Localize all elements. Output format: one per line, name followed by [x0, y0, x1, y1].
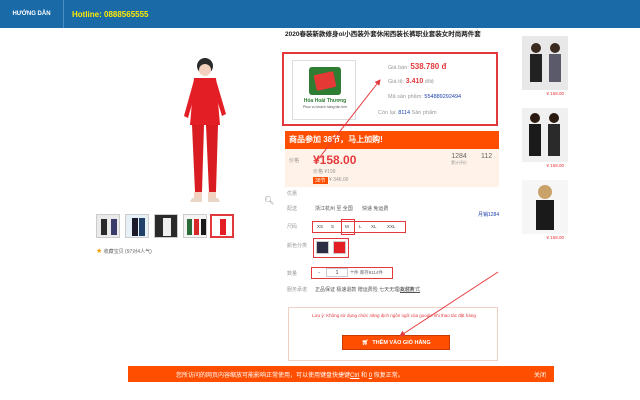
zoom-notice-text: 您所访问的网页内容缩放可能影响正常使用，可以使用键盘快捷键Ctrl 和 0 恢复… — [176, 370, 404, 379]
stock-unit: Sản phẩm — [411, 110, 437, 116]
price-panel: 价格 ¥158.00 价格 ¥199 38节 ¥ 346.00 1284 累计评价… — [285, 149, 499, 187]
color-swatch-black[interactable] — [316, 241, 329, 254]
zoom-notice-bar: 您所访问的网页内容缩放可能影响正常使用，可以使用键盘快捷键Ctrl 和 0 恢复… — [128, 366, 554, 382]
sales-count-label: 累计评价 — [451, 160, 467, 165]
review-count: 112 — [481, 153, 493, 160]
quantity-decrease-button[interactable]: - — [315, 269, 323, 277]
size-option-xxl[interactable]: XXL — [387, 224, 396, 229]
vn-price-box: Hóa Hoài Thương Phục vụ khách hàng tận t… — [282, 52, 498, 126]
recommended-product-1[interactable]: ¥ 158.00 — [522, 36, 568, 98]
color-selector — [313, 238, 349, 258]
product-code-value: 554889292494 — [424, 94, 462, 100]
shipping-label: 配送 — [287, 206, 298, 212]
quantity-input[interactable]: 1 — [326, 268, 348, 277]
shop-logo-icon — [309, 67, 341, 95]
size-option-l[interactable]: L — [359, 224, 362, 229]
favorite-rating[interactable]: ★ 收藏宝贝 (97对4人气) — [96, 247, 152, 255]
rating-text: 收藏宝贝 (97对4人气) — [103, 249, 152, 255]
shop-logo-name: Hóa Hoài Thương — [303, 98, 347, 104]
cny-rate-unit: đ/tệ — [424, 79, 434, 85]
monthly-sales-link[interactable]: 月销1284 — [478, 211, 499, 218]
payment-method-link[interactable]: 支付方式 — [400, 286, 420, 293]
shipping-fee: 快递 免运费 — [362, 206, 389, 212]
sales-count-value: 1284 — [451, 153, 467, 160]
notice-key-zero: 0 — [368, 373, 373, 379]
thumbnail-1[interactable] — [96, 214, 120, 238]
product-code-label: Mã sản phẩm: — [388, 94, 423, 100]
quantity-stepper: - 1 + 件 库存8114件 — [311, 267, 393, 279]
guide-link[interactable]: HƯỚNG DẪN — [0, 0, 64, 28]
shop-logo-tagline: Phục vụ khách hàng tận tình — [302, 105, 348, 109]
price-value: ¥158.00 — [313, 153, 357, 167]
recommended-price-2: ¥ 158.00 — [522, 162, 568, 170]
stock-value: 8114 — [398, 110, 411, 116]
add-to-cart-button[interactable]: 🛒︎ THÊM VÀO GIỎ HÀNG — [342, 335, 450, 350]
notice-text-after: 恢复正常。 — [373, 373, 404, 379]
zoom-icon[interactable]: 🔍︎ — [264, 196, 274, 205]
stock-row: Còn lại: 8114 Sản phẩm — [378, 110, 437, 116]
service-label: 服务承诺 — [287, 287, 308, 293]
product-code-row: Mã sản phẩm: 554889292494 — [388, 94, 461, 100]
thumbnail-3[interactable] — [154, 214, 178, 238]
notice-key-ctrl: Ctrl — [350, 373, 360, 379]
sale-price-row: Giá bán: 538.780 đ — [388, 62, 446, 71]
size-label: 尺码 — [287, 224, 298, 230]
sale-price-value: 538.780 đ — [410, 62, 447, 71]
quantity-stock-text: 件 库存8114件 — [354, 270, 383, 275]
recommended-price-3: ¥ 158.00 — [522, 234, 568, 242]
promo-banner: 商品参加 38节，马上加购! — [285, 131, 499, 149]
star-icon: ★ — [96, 248, 103, 255]
top-nav-bar: HƯỚNG DẪN Hotline: 0888565555 — [0, 0, 640, 28]
cny-rate-value: 3.410 — [405, 78, 424, 85]
recommended-product-3[interactable]: ¥ 158.00 — [522, 180, 568, 242]
event-badge: 38节 — [313, 177, 328, 184]
sales-count: 1284 累计评价 — [451, 153, 467, 166]
thumbnail-2[interactable] — [125, 214, 149, 238]
cny-rate-label: Giá tệ: — [388, 79, 405, 85]
main-product-image — [184, 58, 226, 202]
recommended-price-1: ¥ 158.00 — [522, 90, 568, 98]
thumbnail-4[interactable] — [183, 214, 207, 238]
cart-area: Lưu ý: Không sử dụng chức năng dịch ngôn… — [288, 307, 498, 361]
add-to-cart-label: THÊM VÀO GIỎ HÀNG — [372, 340, 431, 346]
product-title: 2020春装新款修身ol小西装外套休闲西装长裤职业套装女时尚两件套 — [285, 31, 481, 38]
hotline-text: Hotline: 0888565555 — [72, 10, 149, 19]
notice-text-before: 您所访问的网页内容缩放可能影响正常使用，可以使用键盘快捷键 — [176, 373, 351, 379]
event-price: ¥ 346.00 — [329, 177, 349, 183]
translate-warning: Lưu ý: Không sử dụng chức năng dịch ngôn… — [312, 313, 476, 318]
recommended-product-2[interactable]: ¥ 158.00 — [522, 108, 568, 170]
color-label: 颜色分类 — [287, 243, 308, 249]
stock-label: Còn lại: — [378, 110, 397, 116]
sale-price-label: Giá bán: — [388, 65, 409, 71]
size-selected-highlight — [341, 219, 355, 235]
original-price: 价格 ¥199 — [313, 169, 336, 175]
size-option-s[interactable]: S — [331, 224, 334, 229]
notice-text-mid: 和 — [361, 373, 368, 379]
color-swatch-red[interactable] — [333, 241, 346, 254]
size-option-xs[interactable]: XS — [317, 224, 323, 229]
cart-icon: 🛒︎ — [361, 340, 369, 346]
shop-logo: Hóa Hoài Thương Phục vụ khách hàng tận t… — [292, 60, 356, 120]
size-option-xl[interactable]: XL — [371, 224, 377, 229]
cny-rate-row: Giá tệ: 3.410 đ/tệ — [388, 78, 434, 85]
promo-label: 优惠 — [287, 191, 298, 197]
shipping-route[interactable]: 浙江杭州 至 全国 — [315, 205, 353, 212]
size-selector: XS S M L XL XXL — [312, 221, 406, 233]
notice-close-button[interactable]: 关闭 — [534, 370, 546, 379]
thumbnail-5-selected[interactable] — [210, 214, 234, 238]
quantity-label: 数量 — [287, 271, 298, 277]
price-label: 价格 — [289, 158, 300, 164]
